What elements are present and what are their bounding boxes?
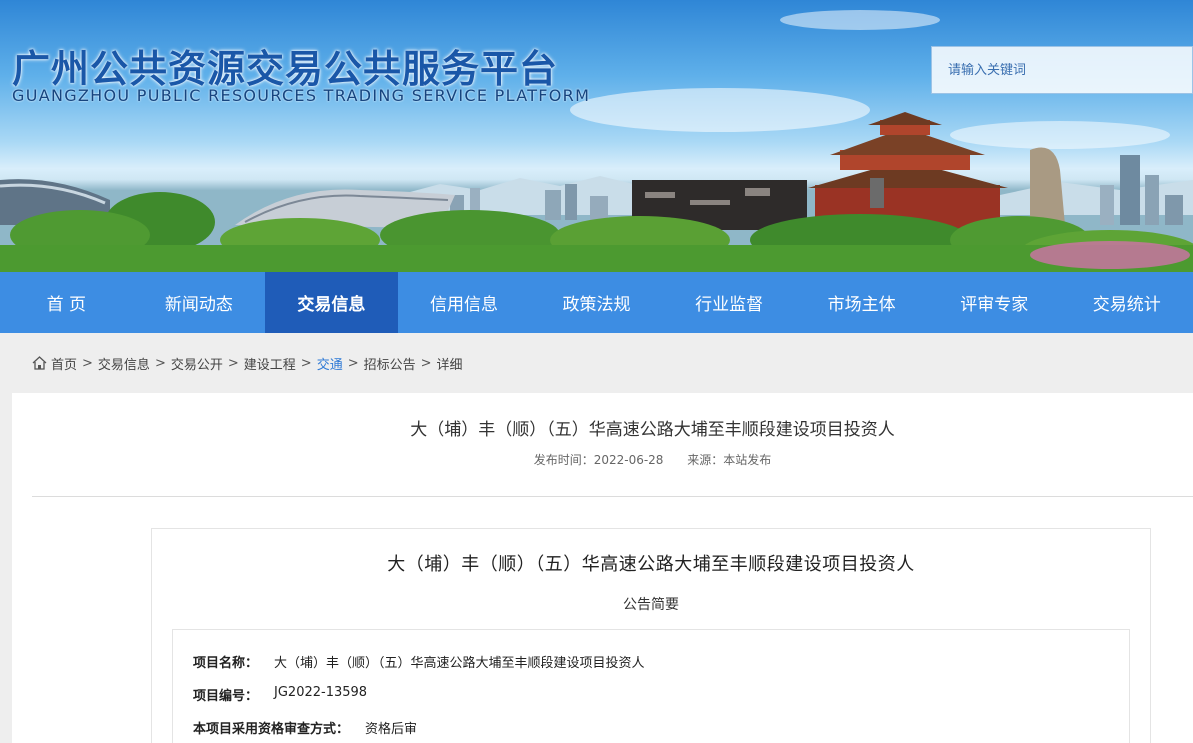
nav-item-news[interactable]: 新闻动态 — [133, 272, 266, 333]
article-meta: 发布时间：2022-06-28 来源：本站发布 — [12, 451, 1193, 468]
breadcrumb-separator: > — [227, 355, 239, 371]
field-label: 本项目采用资格审查方式： — [193, 722, 350, 737]
field-value: JG2022-13598 — [274, 685, 368, 700]
article-panel: 大（埔）丰（顺）（五）华高速公路大埔至丰顺段建设项目投资人 发布时间：2022-… — [12, 393, 1193, 743]
article-title: 大（埔）丰（顺）（五）华高速公路大埔至丰顺段建设项目投资人 — [410, 420, 895, 440]
source-value: 本站发布 — [723, 453, 772, 467]
nav-item-experts[interactable]: 评审专家 — [928, 272, 1061, 333]
notice-summary-box: 项目名称： 大（埔）丰（顺）（五）华高速公路大埔至丰顺段建设项目投资人 项目编号… — [172, 629, 1130, 743]
breadcrumb-separator: > — [300, 355, 312, 371]
nav-item-statistics[interactable]: 交易统计 — [1061, 272, 1193, 333]
breadcrumb-trading-info[interactable]: 交易信息 — [98, 354, 150, 373]
publish-time: 发布时间：2022-06-28 — [534, 453, 664, 467]
document-subtitle: 公告简要 — [623, 597, 679, 613]
nav-item-market-entities[interactable]: 市场主体 — [795, 272, 928, 333]
publish-date: 2022-06-28 — [593, 453, 664, 467]
breadcrumb-separator: > — [420, 355, 432, 371]
breadcrumb-separator: > — [347, 355, 359, 371]
field-label: 项目编号： — [193, 689, 259, 704]
nav-item-home[interactable]: 首 页 — [0, 272, 133, 333]
search-box[interactable] — [931, 46, 1193, 94]
source: 来源：本站发布 — [687, 453, 771, 467]
breadcrumb-separator: > — [154, 355, 166, 371]
nav-item-trading-info[interactable]: 交易信息 — [265, 272, 398, 333]
breadcrumb-tender-notice[interactable]: 招标公告 — [364, 354, 416, 373]
site-subtitle: GUANGZHOU PUBLIC RESOURCES TRADING SERVI… — [12, 86, 591, 105]
field-label: 项目名称： — [193, 656, 259, 671]
field-review-method: 本项目采用资格审查方式： 资格后审 — [193, 718, 417, 737]
nav-item-supervision[interactable]: 行业监督 — [663, 272, 796, 333]
breadcrumb-home[interactable]: 首页 — [51, 354, 77, 373]
breadcrumb-trading-public[interactable]: 交易公开 — [171, 354, 223, 373]
breadcrumb-traffic[interactable]: 交通 — [317, 354, 343, 373]
nav-item-credit-info[interactable]: 信用信息 — [398, 272, 531, 333]
search-input[interactable] — [948, 62, 1178, 78]
field-value: 大（埔）丰（顺）（五）华高速公路大埔至丰顺段建设项目投资人 — [274, 656, 645, 671]
divider — [32, 496, 1193, 497]
breadcrumb-detail: 详细 — [436, 357, 463, 373]
home-icon — [32, 356, 47, 370]
breadcrumb: 首页 > 交易信息 > 交易公开 > 建设工程 > 交通 > 招标公告 > 详细 — [32, 352, 463, 374]
nav-item-policies[interactable]: 政策法规 — [530, 272, 663, 333]
source-label: 来源： — [687, 453, 724, 467]
document-title: 大（埔）丰（顺）（五）华高速公路大埔至丰顺段建设项目投资人 — [387, 554, 915, 575]
field-value: 资格后审 — [365, 722, 418, 737]
header-banner: 广州公共资源交易公共服务平台 GUANGZHOU PUBLIC RESOURCE… — [0, 0, 1193, 272]
breadcrumb-construction[interactable]: 建设工程 — [244, 354, 296, 373]
field-project-number: 项目编号： JG2022-13598 — [193, 685, 367, 704]
main-nav: 首 页 新闻动态 交易信息 信用信息 政策法规 行业监督 市场主体 评审专家 交… — [0, 272, 1193, 333]
field-project-name: 项目名称： 大（埔）丰（顺）（五）华高速公路大埔至丰顺段建设项目投资人 — [193, 652, 645, 671]
breadcrumb-separator: > — [82, 355, 93, 371]
publish-label: 发布时间： — [533, 453, 594, 467]
site-title: 广州公共资源交易公共服务平台 — [12, 47, 559, 91]
notice-document: 大（埔）丰（顺）（五）华高速公路大埔至丰顺段建设项目投资人 公告简要 项目名称：… — [151, 528, 1151, 743]
